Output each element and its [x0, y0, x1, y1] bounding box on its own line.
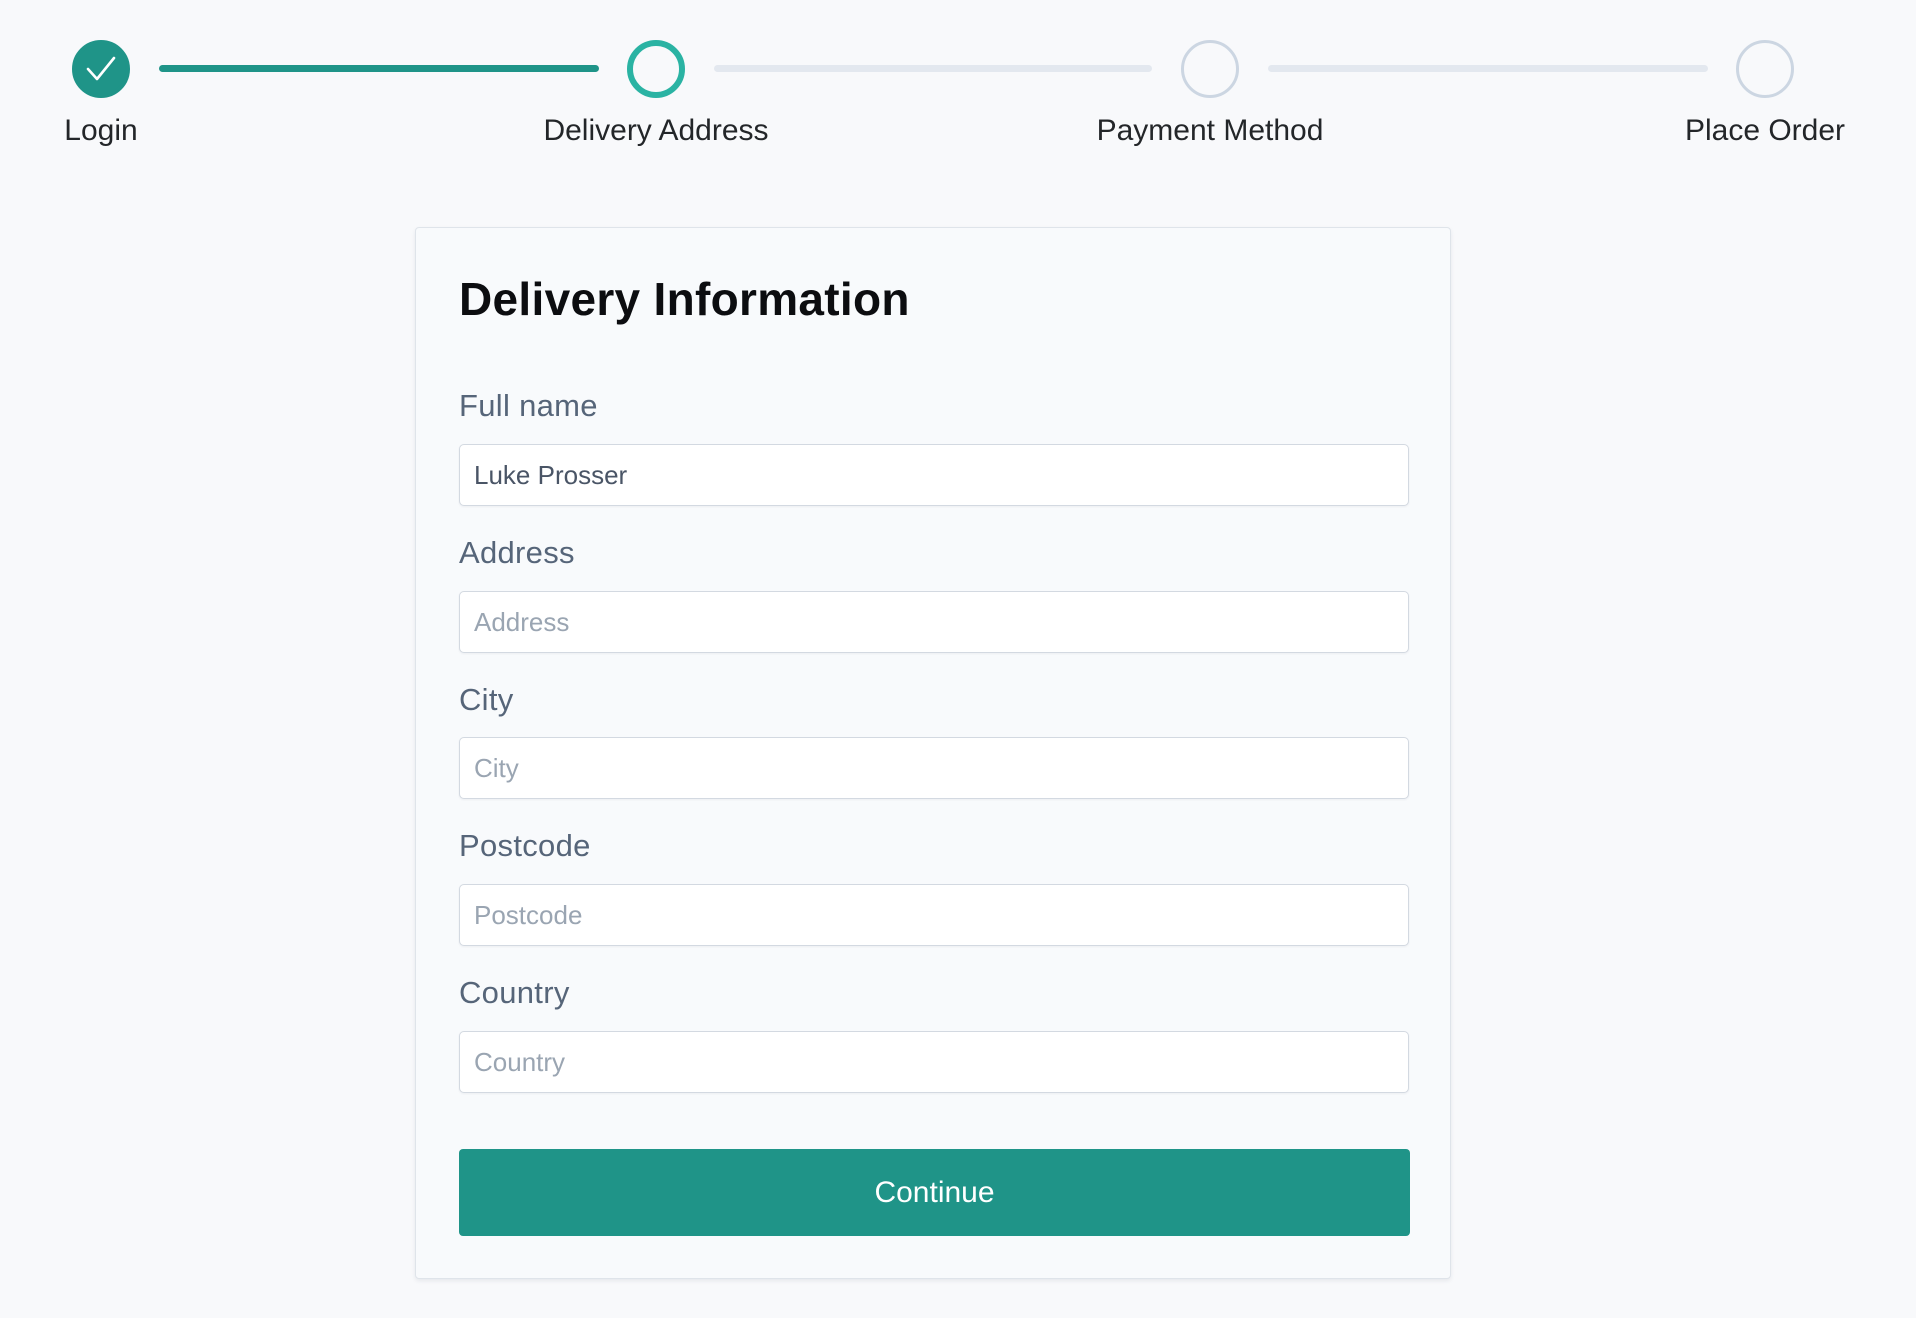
checkmark-icon	[86, 56, 116, 81]
country-label: Country	[459, 975, 570, 1010]
full-name-input[interactable]	[459, 444, 1409, 506]
step-payment-method-label: Payment Method	[1096, 114, 1324, 147]
address-input[interactable]	[459, 591, 1409, 653]
checkout-stepper: Login Delivery Address Payment Method Pl…	[0, 0, 1916, 160]
step-place-order-indicator	[1736, 40, 1794, 98]
country-input[interactable]	[459, 1031, 1409, 1093]
city-input[interactable]	[459, 737, 1409, 799]
step-connector-login-delivery	[159, 65, 599, 72]
continue-button[interactable]: Continue	[459, 1149, 1410, 1236]
step-payment-method-indicator	[1181, 40, 1239, 98]
step-delivery-address-indicator[interactable]	[627, 40, 685, 98]
form-title: Delivery Information	[459, 273, 910, 325]
full-name-label: Full name	[459, 388, 598, 423]
delivery-information-card: Delivery Information Full name Address C…	[415, 227, 1451, 1279]
postcode-input[interactable]	[459, 884, 1409, 946]
step-connector-payment-order	[1268, 65, 1708, 72]
step-connector-delivery-payment	[714, 65, 1152, 72]
city-label: City	[459, 682, 514, 717]
step-place-order-label: Place Order	[1684, 114, 1846, 147]
postcode-label: Postcode	[459, 828, 591, 863]
step-login-label[interactable]: Login	[64, 114, 137, 148]
step-login-indicator[interactable]	[72, 40, 130, 98]
step-delivery-address-label[interactable]: Delivery Address	[543, 114, 768, 148]
address-label: Address	[459, 535, 575, 570]
